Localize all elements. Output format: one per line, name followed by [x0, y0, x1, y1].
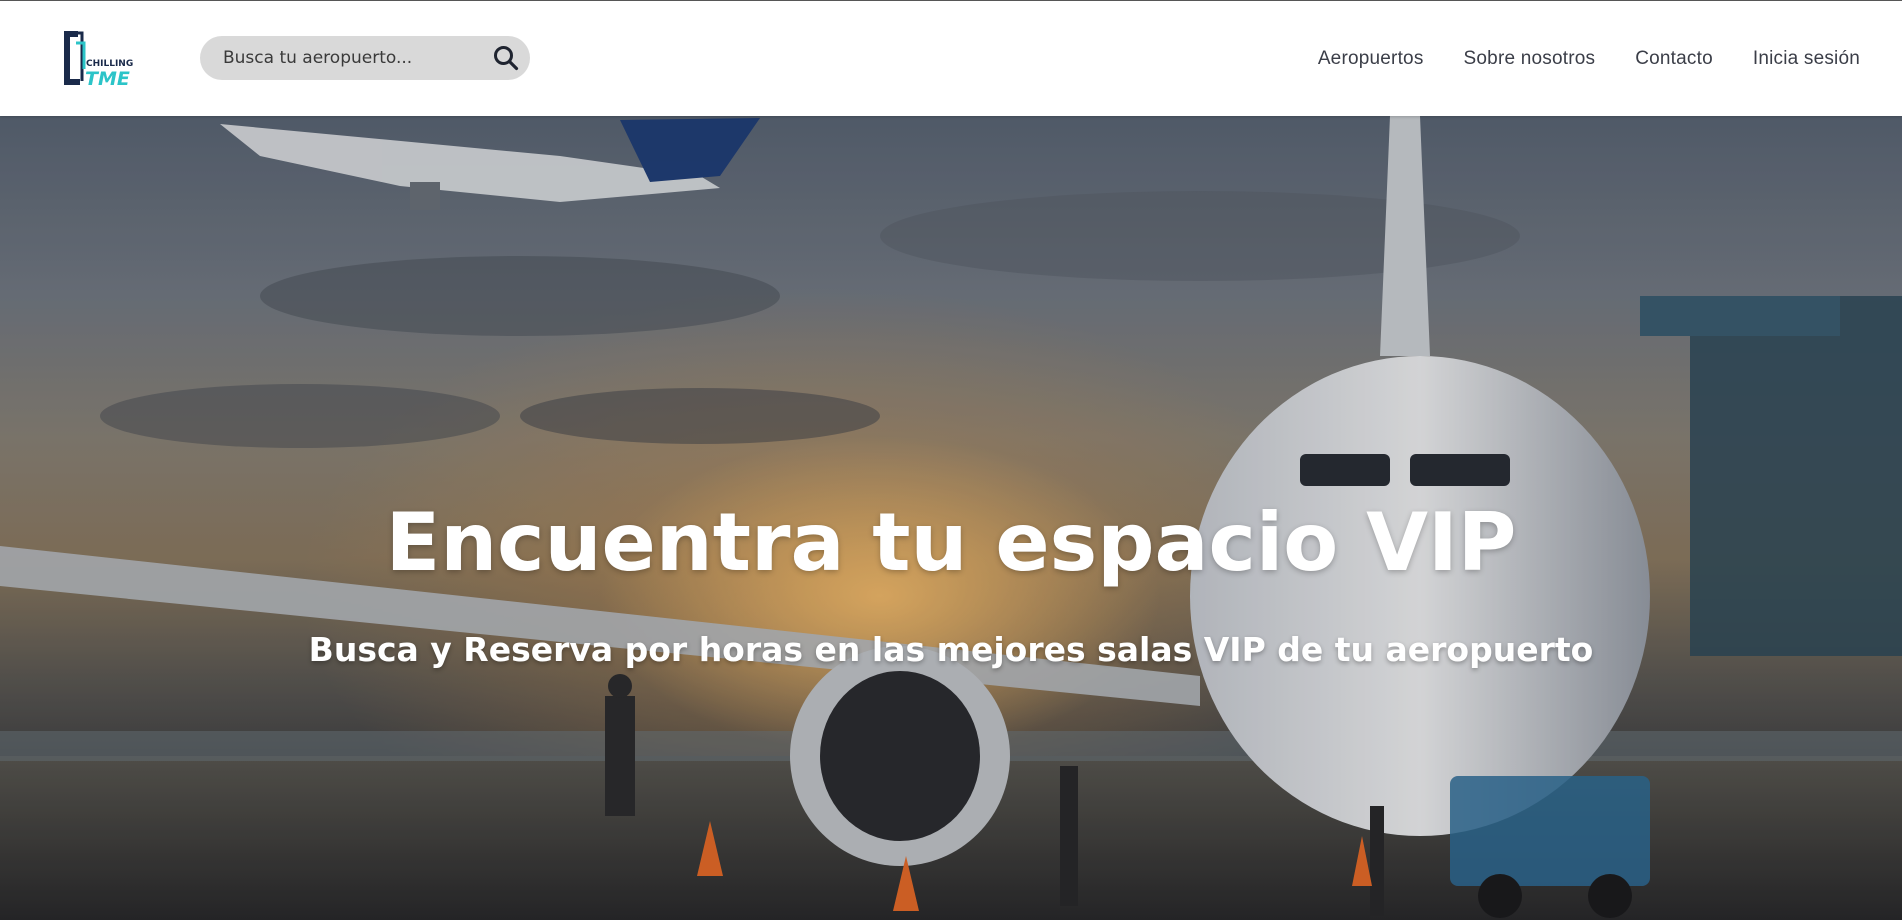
main-nav: Aeropuertos Sobre nosotros Contacto Inic…: [1318, 1, 1860, 116]
search-input[interactable]: [221, 47, 480, 69]
site-header: CHILLING TME Aeropuertos Sobre nosotros …: [0, 1, 1902, 116]
logo-text-bottom: TME: [85, 68, 130, 89]
search-icon[interactable]: [493, 45, 519, 71]
hero-title: Encuentra tu espacio VIP: [385, 496, 1517, 589]
nav-item-contacto[interactable]: Contacto: [1635, 48, 1713, 70]
nav-item-sobre-nosotros[interactable]: Sobre nosotros: [1464, 48, 1596, 70]
hero-subtitle: Busca y Reserva por horas en las mejores…: [308, 630, 1594, 669]
nav-item-inicia-sesion[interactable]: Inicia sesión: [1753, 48, 1860, 70]
nav-item-aeropuertos[interactable]: Aeropuertos: [1318, 48, 1424, 70]
search-box: [200, 36, 530, 80]
hero-banner: Encuentra tu espacio VIP Busca y Reserva…: [0, 116, 1902, 920]
logo[interactable]: CHILLING TME: [60, 29, 142, 89]
